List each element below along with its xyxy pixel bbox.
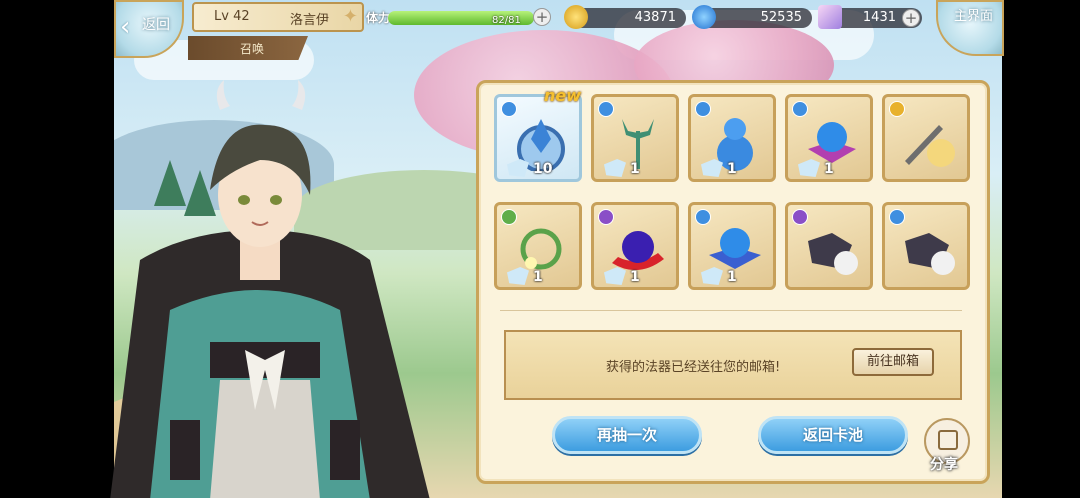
player-level: Lv 42 xyxy=(214,9,250,24)
blue-gem-icon xyxy=(692,5,716,29)
stamina-value: 82/81 xyxy=(492,15,521,26)
screen-title-tag: 召唤 xyxy=(188,36,308,60)
stamina-label: 体力 xyxy=(366,11,391,25)
gem-counter: 52535 xyxy=(692,5,812,29)
item-quantity: 1 xyxy=(630,269,640,285)
dagger-character-card-icon xyxy=(905,125,955,167)
crystal-value: 1431 xyxy=(862,10,896,25)
go-to-mailbox-button[interactable]: 前往邮箱 xyxy=(852,348,934,376)
item-quantity: 1 xyxy=(824,161,834,177)
crystal-icon xyxy=(818,5,842,29)
result-slot[interactable]: 1 xyxy=(591,202,679,290)
dark-cloak-character-card-icon xyxy=(808,233,858,275)
result-slot[interactable]: 10 xyxy=(494,94,582,182)
screen-title: 召唤 xyxy=(240,42,265,56)
gold-coin-icon xyxy=(564,5,588,29)
add-stamina-button[interactable]: + xyxy=(533,8,551,26)
result-slot[interactable] xyxy=(882,202,970,290)
item-quantity: 1 xyxy=(630,161,640,177)
result-slot[interactable]: 1 xyxy=(591,94,679,182)
gold-counter: 43871 xyxy=(564,5,686,29)
gem-value: 52535 xyxy=(760,10,802,25)
result-slot[interactable] xyxy=(882,94,970,182)
character-portrait xyxy=(110,80,430,498)
star-icon: ✦ xyxy=(342,6,358,27)
home-label: 主界面 xyxy=(954,9,994,24)
player-info-plate[interactable]: Lv 42 洛言伊 ✦ xyxy=(192,2,364,32)
item-quantity: 1 xyxy=(727,161,737,177)
result-slot[interactable] xyxy=(785,202,873,290)
back-label: 返回 xyxy=(142,17,170,33)
result-slot[interactable]: 1 xyxy=(785,94,873,182)
player-name: 洛言伊 xyxy=(290,13,330,28)
item-quantity: 10 xyxy=(533,161,553,177)
add-crystal-button[interactable]: + xyxy=(902,9,920,27)
return-to-pool-button[interactable]: 返回卡池 xyxy=(758,416,908,454)
gold-value: 43871 xyxy=(634,10,676,25)
mail-notice-text: 获得的法器已经送往您的邮箱! xyxy=(606,360,781,375)
new-badge: new xyxy=(544,86,582,105)
share-label: 分享 xyxy=(930,457,958,473)
stamina-bar: 体力 82/81 xyxy=(366,7,552,29)
share-icon xyxy=(938,430,958,450)
item-quantity: 1 xyxy=(727,269,737,285)
divider xyxy=(500,310,962,311)
result-slot[interactable]: 1 xyxy=(494,202,582,290)
dark-cloak-character-card-2-icon xyxy=(905,233,955,275)
result-slot[interactable]: 1 xyxy=(688,202,776,290)
result-slot[interactable]: 1 xyxy=(688,94,776,182)
item-quantity: 1 xyxy=(533,269,543,285)
back-arrow-icon: ‹ xyxy=(120,12,131,42)
draw-again-button[interactable]: 再抽一次 xyxy=(552,416,702,454)
